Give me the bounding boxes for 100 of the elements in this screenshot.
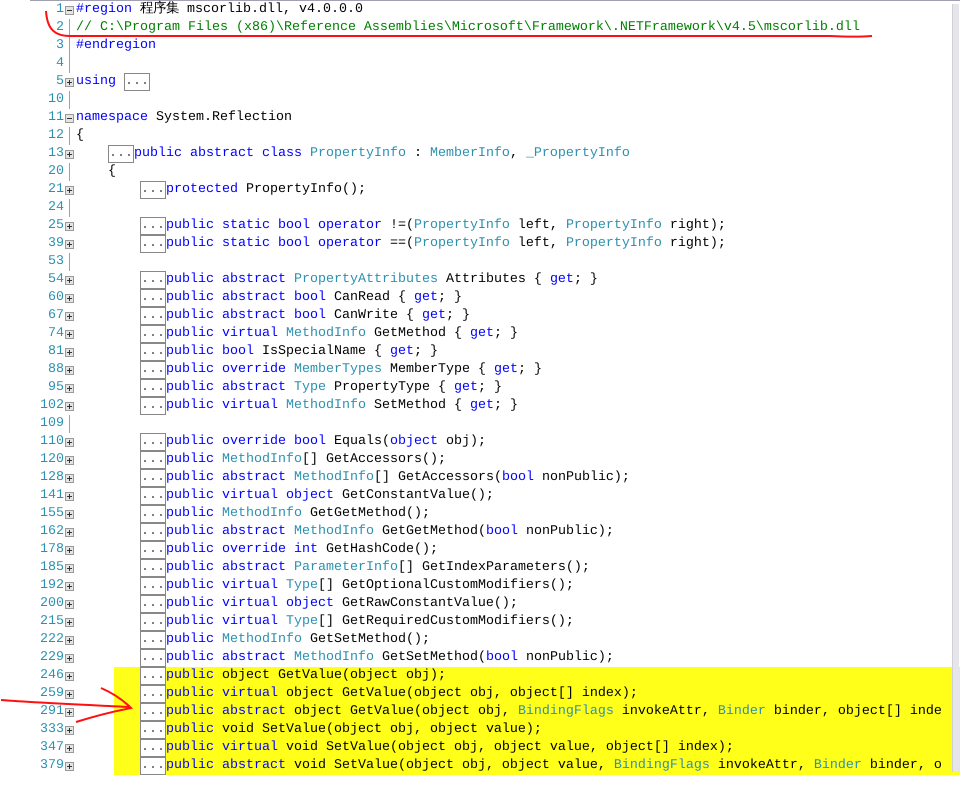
collapsed-code-button[interactable]: ... bbox=[140, 541, 166, 559]
code-text: public abstract void SetValue(object obj, object value, BindingFlags invokeAttr, Binder binder, o bbox=[166, 759, 942, 773]
line-number: 10 bbox=[47, 93, 64, 107]
line-number: 259 bbox=[39, 687, 64, 701]
expand-icon[interactable] bbox=[64, 690, 74, 698]
collapsed-code-button[interactable]: ... bbox=[140, 505, 166, 523]
expand-icon[interactable] bbox=[64, 546, 74, 554]
collapsed-code-button[interactable]: ... bbox=[140, 217, 166, 235]
expand-icon[interactable] bbox=[64, 384, 74, 392]
expand-icon[interactable] bbox=[64, 708, 74, 716]
expand-icon[interactable] bbox=[64, 330, 74, 338]
collapsed-code-button[interactable]: ... bbox=[140, 307, 166, 325]
collapsed-code-button[interactable]: ... bbox=[140, 739, 166, 757]
code-text: public void SetValue(object obj, object value); bbox=[166, 723, 542, 737]
expand-icon[interactable] bbox=[64, 528, 74, 536]
collapse-icon[interactable] bbox=[64, 6, 74, 14]
line-number: 128 bbox=[39, 471, 64, 485]
collapsed-code-button[interactable]: ... bbox=[140, 577, 166, 595]
expand-icon[interactable] bbox=[64, 348, 74, 356]
code-text: public abstract bool CanWrite { get; } bbox=[166, 309, 470, 323]
line-number: 347 bbox=[39, 741, 64, 755]
collapsed-code-button[interactable]: ... bbox=[140, 325, 166, 343]
expand-icon[interactable] bbox=[64, 636, 74, 644]
expand-icon[interactable] bbox=[64, 744, 74, 752]
expand-icon[interactable] bbox=[64, 618, 74, 626]
code-text: public override bool Equals(object obj); bbox=[166, 435, 486, 449]
collapsed-code-button[interactable]: ... bbox=[140, 451, 166, 469]
expand-icon[interactable] bbox=[64, 762, 74, 770]
expand-icon[interactable] bbox=[64, 312, 74, 320]
expand-icon[interactable] bbox=[64, 726, 74, 734]
expand-icon[interactable] bbox=[64, 672, 74, 680]
collapsed-code-button[interactable]: ... bbox=[140, 271, 166, 289]
expand-icon[interactable] bbox=[64, 150, 74, 158]
expand-icon[interactable] bbox=[64, 240, 74, 248]
collapsed-code-button[interactable]: ... bbox=[108, 145, 134, 163]
line-number: 54 bbox=[47, 273, 64, 287]
expand-icon[interactable] bbox=[64, 654, 74, 662]
line-number: 102 bbox=[39, 399, 64, 413]
collapsed-code-button[interactable]: ... bbox=[124, 73, 150, 91]
expand-icon[interactable] bbox=[64, 78, 74, 86]
expand-icon[interactable] bbox=[64, 492, 74, 500]
collapsed-code-button[interactable]: ... bbox=[140, 469, 166, 487]
line-number: 200 bbox=[39, 597, 64, 611]
code-text: public virtual MethodInfo GetMethod { get; } bbox=[166, 327, 518, 341]
collapsed-code-button[interactable]: ... bbox=[140, 433, 166, 451]
code-text: { bbox=[76, 129, 84, 143]
line-number: 141 bbox=[39, 489, 64, 503]
collapsed-code-button[interactable]: ... bbox=[140, 595, 166, 613]
code-text: namespace System.Reflection bbox=[76, 111, 292, 125]
collapsed-code-button[interactable]: ... bbox=[140, 361, 166, 379]
code-text: #region 程序集 mscorlib.dll, v4.0.0.0 bbox=[76, 3, 363, 17]
expand-icon[interactable] bbox=[64, 456, 74, 464]
collapsed-code-button[interactable]: ... bbox=[140, 703, 166, 721]
expand-icon[interactable] bbox=[64, 582, 74, 590]
collapsed-code-button[interactable]: ... bbox=[140, 649, 166, 667]
line-number: 11 bbox=[47, 111, 64, 125]
collapsed-code-button[interactable]: ... bbox=[140, 379, 166, 397]
code-text: public abstract MethodInfo[] GetAccessors(bool nonPublic); bbox=[166, 471, 630, 485]
expand-icon[interactable] bbox=[64, 564, 74, 572]
expand-icon[interactable] bbox=[64, 186, 74, 194]
expand-icon[interactable] bbox=[64, 600, 74, 608]
expand-icon[interactable] bbox=[64, 474, 74, 482]
expand-icon[interactable] bbox=[64, 294, 74, 302]
collapsed-code-button[interactable]: ... bbox=[140, 289, 166, 307]
collapse-icon[interactable] bbox=[64, 114, 74, 122]
line-number: 185 bbox=[39, 561, 64, 575]
expand-icon[interactable] bbox=[64, 366, 74, 374]
collapsed-code-button[interactable]: ... bbox=[140, 343, 166, 361]
collapsed-code-button[interactable]: ... bbox=[140, 559, 166, 577]
collapsed-code-button[interactable]: ... bbox=[140, 523, 166, 541]
line-number: 3 bbox=[55, 39, 64, 53]
line-number: 229 bbox=[39, 651, 64, 665]
line-number: 21 bbox=[47, 183, 64, 197]
line-number: 39 bbox=[47, 237, 64, 251]
collapsed-code-button[interactable]: ... bbox=[140, 757, 166, 775]
line-number: 4 bbox=[55, 57, 64, 71]
expand-icon[interactable] bbox=[64, 402, 74, 410]
collapsed-code-button[interactable]: ... bbox=[140, 235, 166, 253]
vertical-scrollbar[interactable] bbox=[952, 4, 959, 772]
expand-icon[interactable] bbox=[64, 510, 74, 518]
collapsed-code-button[interactable]: ... bbox=[140, 487, 166, 505]
expand-icon[interactable] bbox=[64, 276, 74, 284]
collapsed-code-button[interactable]: ... bbox=[140, 667, 166, 685]
collapsed-code-button[interactable]: ... bbox=[140, 397, 166, 415]
line-number: 120 bbox=[39, 453, 64, 467]
code-text: public abstract Type PropertyType { get; } bbox=[166, 381, 502, 395]
line-number: 67 bbox=[47, 309, 64, 323]
expand-icon[interactable] bbox=[64, 438, 74, 446]
collapsed-code-button[interactable]: ... bbox=[140, 631, 166, 649]
line-number: 12 bbox=[47, 129, 64, 143]
code-text: public abstract ParameterInfo[] GetIndexParameters(); bbox=[166, 561, 590, 575]
collapsed-code-button[interactable]: ... bbox=[140, 181, 166, 199]
line-number: 192 bbox=[39, 579, 64, 593]
code-text: public virtual object GetValue(object obj, object[] index); bbox=[166, 687, 638, 701]
line-number: 74 bbox=[47, 327, 64, 341]
collapsed-code-button[interactable]: ... bbox=[140, 613, 166, 631]
collapsed-code-button[interactable]: ... bbox=[140, 721, 166, 739]
collapsed-code-button[interactable]: ... bbox=[140, 685, 166, 703]
line-number: 110 bbox=[39, 435, 64, 449]
expand-icon[interactable] bbox=[64, 222, 74, 230]
